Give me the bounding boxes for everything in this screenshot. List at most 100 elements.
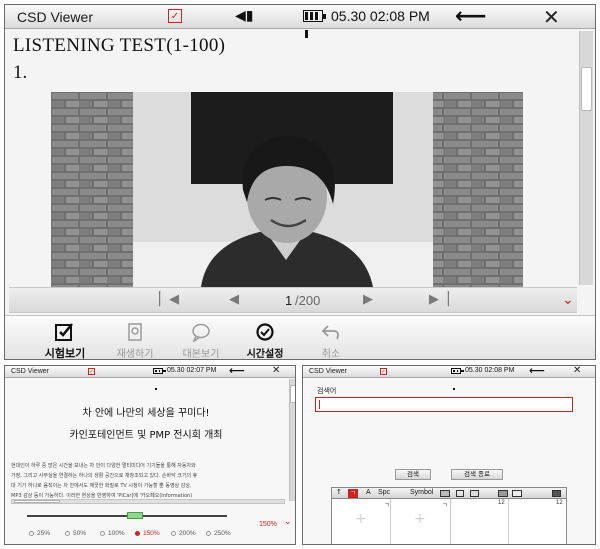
search-label: 검색어 [317, 387, 337, 395]
pad-char-b: ㄱ [442, 502, 448, 509]
close-icon[interactable]: ✕ [543, 5, 560, 29]
prev-page-icon[interactable]: ◀ [229, 292, 239, 307]
viewer-screen: CSD Viewer ✓ 05.30 02:07 PM ⟵ ✕ 차 안에 나만의… [4, 365, 296, 545]
zoom-option-50[interactable]: 50% [65, 530, 86, 537]
radio-icon [135, 531, 140, 536]
text-cursor [319, 400, 320, 409]
tool-play: 재생하기 [105, 322, 165, 360]
calendar-icon-left[interactable]: ✓ [88, 368, 95, 375]
app-title-left: CSD Viewer [11, 368, 49, 375]
keyboard-layout-icon[interactable] [440, 490, 450, 497]
zoom-chevron-icon[interactable]: ⌄ [284, 517, 292, 527]
image-icon[interactable] [498, 490, 508, 497]
status-time: 05.30 02:08 PM [331, 8, 430, 24]
back-arrow-icon[interactable]: ⟵ [455, 5, 487, 29]
zoom-option-25[interactable]: 25% [29, 530, 50, 537]
battery-icon-left [153, 367, 166, 390]
next-page-icon[interactable]: ▶ [363, 292, 373, 307]
tool-script-label: 대본보기 [182, 349, 220, 360]
exam-icon [55, 323, 73, 341]
zoom-option-250[interactable]: 250% [206, 530, 231, 537]
zoom-option-200[interactable]: 200% [171, 530, 196, 537]
tool-cancel-label: 취소 [321, 349, 341, 360]
tool-play-label: 재생하기 [116, 349, 154, 360]
main-screen: CSD Viewer ✓ ◀▮ 05.30 02:08 PM ⟵ ✕ LISTE… [4, 4, 596, 360]
crosshair-icon: + [414, 511, 426, 527]
pad-num-a: 12 [498, 500, 505, 506]
pad-char-a: ㄱ [384, 502, 390, 509]
radio-icon [100, 531, 105, 536]
status-bar-left: CSD Viewer ✓ 05.30 02:07 PM ⟵ ✕ [5, 366, 295, 390]
zoom-option-label: 250% [214, 530, 231, 537]
viewer-scroll-thumb[interactable] [290, 385, 295, 403]
first-page-icon[interactable]: ▏◀ [159, 292, 179, 307]
main-toolbar: 시험보기 재생하기 대본보기 시간설정 취소 [5, 315, 595, 360]
keyboard-icon[interactable] [470, 490, 479, 497]
search-input[interactable] [315, 397, 573, 412]
zoom-option-100[interactable]: 100% [100, 530, 125, 537]
page-total: /200 [295, 293, 321, 308]
pad-divider-2 [450, 499, 451, 544]
chevron-down-icon[interactable]: ⌄ [562, 292, 574, 308]
zoom-slider[interactable] [27, 512, 227, 519]
zoom-slider-handle[interactable] [127, 512, 143, 519]
search-end-button[interactable]: 검색 종료 [451, 469, 503, 480]
viewer-scrollbar[interactable] [289, 379, 295, 501]
arrow-up-icon[interactable]: ↑ [336, 488, 342, 496]
tool-exam[interactable]: 시험보기 [35, 322, 95, 360]
status-time-right: 05.30 02:08 PM [465, 367, 515, 374]
battery-icon-right [451, 367, 464, 390]
calendar-icon[interactable]: ✓ [168, 9, 182, 23]
speaker-icon[interactable]: ◀▮ [235, 8, 253, 24]
undo-icon [321, 325, 339, 340]
last-page-icon[interactable]: ▶▕ [429, 292, 449, 307]
korean-mode-key[interactable]: ㄱ [348, 489, 358, 498]
search-button[interactable]: 검색 [395, 469, 431, 480]
article-line-1: 현대인이 하루 중 많은 시간을 보내는 차 안이 다양한 멀티미디어 기기들을… [11, 463, 196, 469]
grid-icon[interactable] [512, 490, 522, 497]
tool-script: 대본보기 [171, 322, 231, 360]
zoom-option-label: 100% [108, 530, 125, 537]
space-key[interactable]: Spc [378, 489, 390, 496]
app-title: CSD Viewer [17, 8, 93, 25]
tool-exam-label: 시험보기 [44, 348, 86, 360]
calendar-icon-right[interactable]: ✓ [380, 368, 387, 375]
main-scrollbar[interactable] [579, 31, 593, 285]
radio-icon [171, 531, 176, 536]
zoom-option-label: 200% [179, 530, 196, 537]
article-heading-2: 카인포테인먼트 및 PMP 전시회 개최 [69, 430, 223, 441]
battery-icon [303, 10, 326, 38]
close-icon-left[interactable]: ✕ [272, 366, 280, 376]
doc-title: LISTENING TEST(1-100) [13, 35, 226, 56]
zoom-option-label: 25% [37, 530, 51, 537]
viewer-hscrollbar[interactable] [11, 499, 285, 504]
viewer-hscroll-thumb[interactable] [14, 500, 60, 503]
main-scroll-thumb[interactable] [581, 67, 592, 111]
article-line-3: 대 기기 하나로 움직이는 차 안에서도 깨끗한 화질로 TV 시청이 가능할 … [11, 483, 192, 489]
article-heading-1: 차 안에 나만의 세상을 꾸미다! [82, 408, 210, 419]
radio-icon [206, 531, 211, 536]
close-icon-right[interactable]: ✕ [573, 366, 581, 376]
alpha-key[interactable]: A [366, 489, 371, 496]
status-bar-right: CSD Viewer ✓ 05.30 02:08 PM ⟵ ✕ [303, 366, 595, 390]
pad-divider-1 [390, 499, 391, 544]
photo-illustration [51, 92, 523, 287]
copy-icon[interactable] [456, 490, 464, 497]
expand-icon[interactable] [552, 490, 561, 497]
play-icon [128, 323, 142, 341]
question-photo [51, 92, 523, 287]
zoom-option-150[interactable]: 150% [135, 530, 160, 537]
radio-icon [29, 531, 34, 536]
clock-icon [256, 323, 274, 341]
handwriting-pad[interactable]: ㄱ ㄱ 12 12 + + [331, 499, 567, 544]
status-time-left: 05.30 02:07 PM [167, 367, 217, 374]
tool-time[interactable]: 시간설정 [235, 322, 295, 359]
back-arrow-icon-left[interactable]: ⟵ [229, 366, 245, 377]
pad-num-b: 12 [556, 500, 563, 506]
zoom-current-value: 150% [259, 521, 277, 528]
back-arrow-icon-right[interactable]: ⟵ [529, 366, 545, 377]
zoom-option-label: 150% [143, 530, 160, 537]
app-title-right: CSD Viewer [309, 368, 347, 375]
symbol-key[interactable]: Symbol [410, 489, 433, 496]
zoom-option-label: 50% [73, 530, 87, 537]
